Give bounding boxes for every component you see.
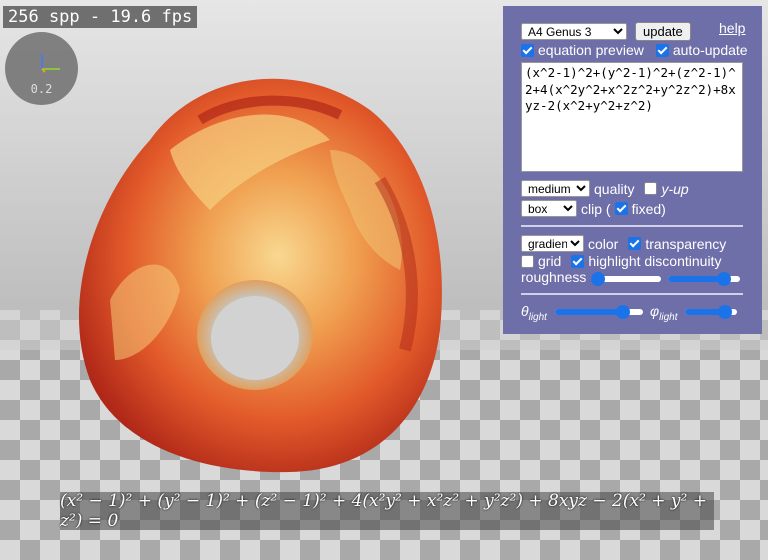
fixed-checkbox[interactable] (614, 202, 628, 215)
fixed-label: fixed) (631, 200, 666, 217)
axes-gizmo[interactable]: 0.2 (5, 32, 78, 105)
divider (521, 225, 743, 227)
equation-preview-checkbox[interactable] (521, 43, 534, 57)
grid-checkbox[interactable] (521, 254, 534, 268)
roughness-label: roughness (521, 269, 587, 285)
divider (521, 293, 743, 295)
phi-light-slider[interactable] (685, 304, 737, 320)
y-up-checkbox[interactable] (644, 182, 658, 195)
transparency-label: transparency (645, 235, 727, 252)
equation-textarea[interactable]: (x^2-1)^2+(y^2-1)^2+(z^2-1)^2+4(x^2y^2+x… (521, 62, 743, 172)
equation-preview-overlay: (x² − 1)² + (y² − 1)² + (z² − 1)² + 4(x²… (60, 491, 714, 531)
quality-label: quality (594, 180, 635, 197)
auto-update-label: auto-update (672, 42, 748, 58)
transparency-checkbox[interactable] (628, 237, 642, 250)
update-button[interactable]: update (635, 22, 691, 41)
auto-update-checkbox[interactable] (655, 43, 669, 57)
roughness-slider[interactable] (591, 271, 661, 287)
help-link[interactable]: help (719, 20, 745, 36)
settings-panel: A4 Genus 3 update help equation preview … (503, 6, 762, 334)
highlight-discontinuity-label: highlight discontinuity (588, 253, 722, 269)
phi-light-label: φlight (650, 303, 678, 323)
fps-counter: 256 spp - 19.6 fps (3, 6, 198, 28)
color-label: color (588, 235, 619, 252)
preset-select[interactable]: A4 Genus 3 (521, 23, 627, 40)
axes-scale-label: 0.2 (30, 82, 53, 96)
highlight-discontinuity-checkbox[interactable] (571, 254, 585, 268)
equation-preview-label: equation preview (538, 42, 644, 58)
color-select[interactable]: gradient (521, 235, 584, 252)
quality-select[interactable]: medium (521, 180, 590, 197)
clip-select[interactable]: box (521, 200, 577, 217)
roughness-secondary-slider[interactable] (668, 271, 740, 287)
theta-light-label: θlight (521, 303, 547, 323)
grid-label: grid (538, 253, 562, 269)
theta-light-slider[interactable] (555, 304, 643, 320)
clip-label: clip ( (581, 200, 611, 217)
y-up-label: y-up (661, 180, 689, 197)
